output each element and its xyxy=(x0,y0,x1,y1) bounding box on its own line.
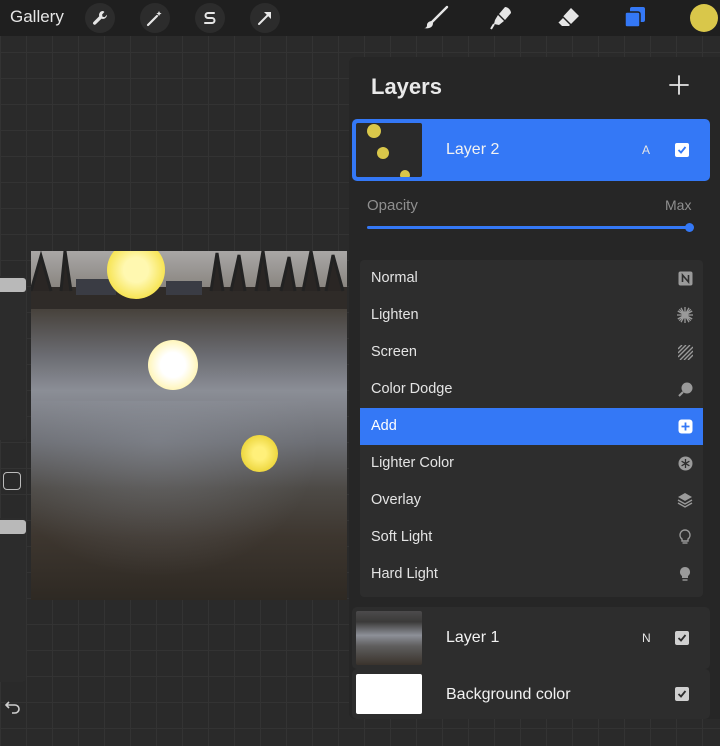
dodge-icon xyxy=(677,381,693,397)
visibility-checkbox[interactable] xyxy=(675,631,689,645)
brush-size-slider[interactable] xyxy=(0,276,26,440)
blend-mode-hard-light[interactable]: Hard Light xyxy=(360,556,703,593)
asterisk-circle-icon xyxy=(677,455,693,471)
layer-name: Background color xyxy=(446,686,571,703)
stack-icon xyxy=(677,492,693,508)
visibility-checkbox[interactable] xyxy=(675,687,689,701)
brush-opacity-handle[interactable] xyxy=(0,520,26,534)
wrench-icon[interactable] xyxy=(85,3,115,33)
layer-name: Layer 2 xyxy=(446,141,500,158)
opacity-max-label: Max xyxy=(665,197,692,213)
blend-mode-label: Add xyxy=(371,418,397,434)
blend-mode-label: Lighter Color xyxy=(371,455,455,471)
undo-icon[interactable] xyxy=(4,699,22,720)
plus-square-icon xyxy=(677,418,693,434)
n-badge-icon xyxy=(677,270,693,286)
canvas-artwork[interactable] xyxy=(31,251,347,600)
blend-mode-label: Lighten xyxy=(371,307,419,323)
smudge-icon[interactable] xyxy=(487,4,517,32)
eraser-icon[interactable] xyxy=(553,4,583,32)
layer-row-layer-2[interactable]: Layer 2 A xyxy=(352,119,710,181)
blend-mode-label: Normal xyxy=(371,270,418,286)
modify-button[interactable] xyxy=(3,472,21,490)
layer-row-background-color[interactable]: Background color xyxy=(352,669,710,719)
bulb-icon xyxy=(677,529,693,545)
hatch-icon xyxy=(677,344,693,360)
blend-mode-label: Soft Light xyxy=(371,529,433,545)
color-picker-swatch[interactable] xyxy=(690,4,718,32)
blend-mode-overlay[interactable]: Overlay xyxy=(360,482,703,519)
panel-title: Layers xyxy=(371,74,442,99)
brush-size-handle[interactable] xyxy=(0,278,26,292)
layers-panel: Layers Layer 2 A Opacity Max Normal Ligh… xyxy=(349,57,720,719)
layer-name: Layer 1 xyxy=(446,629,500,646)
blend-mode-lighter-color[interactable]: Lighter Color xyxy=(360,445,703,482)
layers-icon[interactable] xyxy=(620,4,650,32)
visibility-checkbox[interactable] xyxy=(675,143,689,157)
selection-s-icon[interactable] xyxy=(195,3,225,33)
blend-mode-normal[interactable]: Normal xyxy=(360,260,703,297)
blend-mode-label: Screen xyxy=(371,344,417,360)
opacity-slider[interactable] xyxy=(367,226,690,229)
magic-wand-icon[interactable] xyxy=(140,3,170,33)
brush-size-opacity-rail xyxy=(0,270,26,746)
artwork-treeline xyxy=(31,251,347,309)
blend-mode-list: Normal Lighten Screen Color Dodge Add Li… xyxy=(360,260,703,597)
blend-mode-color-dodge[interactable]: Color Dodge xyxy=(360,371,703,408)
brush-opacity-slider[interactable] xyxy=(0,518,26,682)
blend-mode-screen[interactable]: Screen xyxy=(360,334,703,371)
blend-mode-lighten[interactable]: Lighten xyxy=(360,297,703,334)
blend-mode-label: Hard Light xyxy=(371,566,438,582)
plus-icon[interactable] xyxy=(668,74,690,96)
blend-mode-soft-light[interactable]: Soft Light xyxy=(360,519,703,556)
blend-mode-badge[interactable]: A xyxy=(642,143,650,157)
light-orb xyxy=(241,435,278,472)
bulb-filled-icon xyxy=(677,566,693,582)
blend-mode-label: Overlay xyxy=(371,492,421,508)
opacity-label: Opacity xyxy=(367,197,418,214)
opacity-slider-knob[interactable] xyxy=(685,223,694,232)
blend-mode-badge[interactable]: N xyxy=(642,631,651,645)
artwork-ice xyxy=(31,401,347,600)
transform-arrow-icon[interactable] xyxy=(250,3,280,33)
gallery-button[interactable]: Gallery xyxy=(10,7,64,27)
background-color-swatch xyxy=(356,674,422,714)
starburst-icon xyxy=(677,307,693,323)
brush-icon[interactable] xyxy=(421,4,451,32)
blend-mode-add[interactable]: Add xyxy=(360,408,703,445)
layer-thumbnail xyxy=(356,611,422,665)
blend-mode-label: Color Dodge xyxy=(371,381,453,397)
layer-row-layer-1[interactable]: Layer 1 N xyxy=(352,607,710,669)
top-toolbar: Gallery xyxy=(0,0,720,36)
layer-thumbnail xyxy=(356,123,422,177)
light-orb xyxy=(148,340,198,390)
